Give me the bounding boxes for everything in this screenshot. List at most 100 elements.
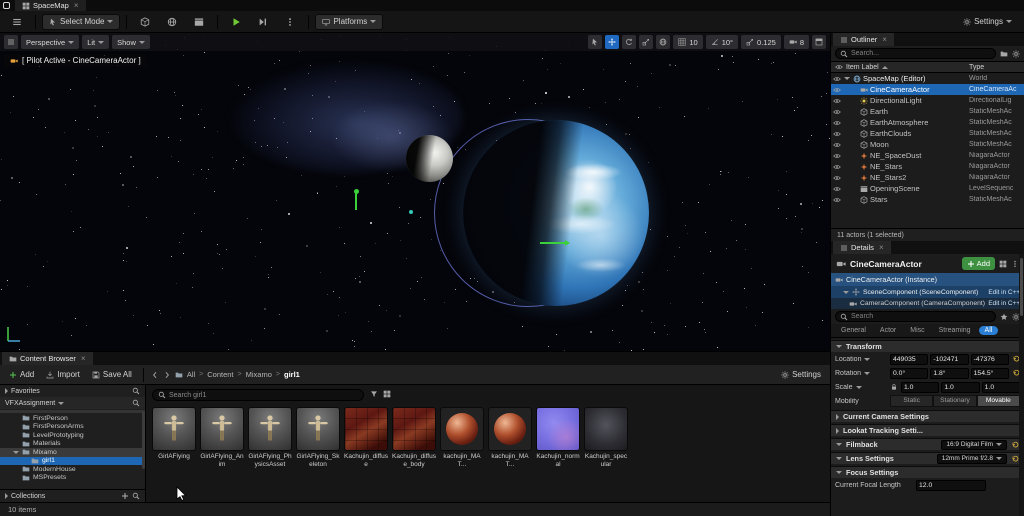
asset-tile[interactable]: GirlAFlying_PhysicsAsset bbox=[248, 407, 292, 468]
mobility-stationary[interactable]: Stationary bbox=[933, 395, 976, 408]
favorites-search-icon[interactable] bbox=[132, 387, 140, 395]
viewport-options-icon[interactable] bbox=[4, 35, 18, 49]
visibility-icon[interactable] bbox=[833, 75, 841, 83]
section-lens-settings[interactable]: Lens Settings 12mm Prime f/2.8 bbox=[831, 452, 1024, 464]
visibility-icon[interactable] bbox=[833, 86, 841, 94]
grid-snap-toggle[interactable]: 10 bbox=[673, 35, 702, 49]
vector-field[interactable]: 1.8° bbox=[930, 368, 968, 379]
outliner-settings-icon[interactable] bbox=[1012, 50, 1020, 58]
visibility-icon[interactable] bbox=[833, 174, 841, 182]
section-filmback[interactable]: Filmback 16:9 Digital Film bbox=[831, 438, 1024, 450]
tab-details[interactable]: Details × bbox=[833, 241, 891, 254]
add-collection-icon[interactable] bbox=[121, 492, 129, 500]
outliner-row[interactable]: EarthAtmosphereStaticMeshAc bbox=[831, 117, 1024, 128]
camera-speed-button[interactable]: 8 bbox=[784, 35, 809, 49]
play-button[interactable] bbox=[224, 14, 248, 30]
add-component-button[interactable]: Add bbox=[962, 257, 995, 270]
details-filter-tab-misc[interactable]: Misc bbox=[904, 326, 930, 335]
sidebar-scrollbar[interactable] bbox=[142, 411, 145, 469]
lens-dropdown[interactable]: 12mm Prime f/2.8 bbox=[937, 454, 1007, 464]
vector-field[interactable]: 1.0 bbox=[982, 382, 1020, 393]
rotate-tool-icon[interactable] bbox=[622, 35, 636, 49]
visibility-icon[interactable] bbox=[833, 185, 841, 193]
folder-tree-item[interactable]: FirstPerson bbox=[0, 414, 145, 423]
close-tab-icon[interactable]: × bbox=[81, 355, 86, 363]
visibility-icon[interactable] bbox=[833, 97, 841, 105]
visibility-icon[interactable] bbox=[833, 108, 841, 116]
asset-search-input[interactable]: Search girl1 bbox=[152, 389, 364, 401]
translate-gizmo-arrow[interactable] bbox=[540, 242, 565, 244]
visibility-icon[interactable] bbox=[833, 141, 841, 149]
outliner-search-input[interactable]: Search... bbox=[835, 48, 996, 59]
settings-dropdown[interactable]: Settings bbox=[956, 14, 1019, 30]
cinematics-icon[interactable] bbox=[187, 14, 211, 30]
skip-button[interactable] bbox=[251, 14, 275, 30]
scale-tool-icon[interactable] bbox=[639, 35, 653, 49]
close-tab-icon[interactable]: × bbox=[74, 2, 79, 10]
edit-in-cpp-link[interactable]: Edit in C++ bbox=[988, 300, 1020, 307]
visibility-icon[interactable] bbox=[833, 152, 841, 160]
vector-field[interactable]: -102471 bbox=[930, 354, 968, 365]
breadcrumb-item[interactable]: girl1 bbox=[284, 370, 300, 379]
location-label[interactable]: Location bbox=[835, 356, 887, 363]
close-tab-icon[interactable]: × bbox=[882, 36, 887, 44]
outliner-row[interactable]: MoonStaticMeshAc bbox=[831, 139, 1024, 150]
folder-tree-item[interactable]: LevelPrototyping bbox=[0, 431, 145, 440]
visibility-icon[interactable] bbox=[833, 163, 841, 171]
scale-label[interactable]: Scale bbox=[835, 384, 887, 391]
level-tab[interactable]: SpaceMap × bbox=[15, 0, 86, 11]
rotation-label[interactable]: Rotation bbox=[835, 370, 887, 377]
revert-lens-icon[interactable] bbox=[1011, 455, 1019, 463]
asset-tile[interactable]: kachujin_MAT... bbox=[440, 407, 484, 468]
scale-lock-icon[interactable] bbox=[890, 383, 898, 391]
asset-tile[interactable]: GirlAFlying_Skeleton bbox=[296, 407, 340, 468]
collections-search-icon[interactable] bbox=[132, 492, 140, 500]
folder-tree-item[interactable]: MSPresets bbox=[0, 474, 145, 483]
outliner-row[interactable]: DirectionalLightDirectionalLig bbox=[831, 95, 1024, 106]
earth[interactable] bbox=[463, 120, 649, 306]
outliner-row[interactable]: OpeningSceneLevelSequenc bbox=[831, 183, 1024, 194]
mobility-static[interactable]: Static bbox=[890, 395, 933, 408]
revert-filmback-icon[interactable] bbox=[1011, 441, 1019, 449]
details-menu-icon[interactable] bbox=[1011, 260, 1019, 268]
visibility-icon[interactable] bbox=[833, 130, 841, 138]
add-button[interactable]: Add bbox=[5, 367, 38, 382]
asset-tile[interactable]: Kachujin_diffuse bbox=[344, 407, 388, 468]
folder-tree-item[interactable]: FirstPersonArms bbox=[0, 423, 145, 432]
section-transform[interactable]: Transform bbox=[831, 340, 1024, 352]
outliner-row[interactable]: NE_SpaceDustNiagaraActor bbox=[831, 150, 1024, 161]
folder-tree-item[interactable]: Materials bbox=[0, 440, 145, 449]
asset-tile[interactable]: kachujin_MAT... bbox=[488, 407, 532, 468]
asset-tile[interactable]: Kachujin_specular bbox=[584, 407, 628, 468]
gizmo-marker[interactable] bbox=[355, 193, 357, 210]
focal-length-field[interactable]: 12.0 bbox=[916, 480, 986, 491]
favorites-section[interactable]: Favorites bbox=[0, 385, 145, 397]
show-dropdown[interactable]: Show bbox=[112, 35, 150, 49]
save-all-button[interactable]: Save All bbox=[88, 367, 136, 382]
section-camera-settings[interactable]: Current Camera Settings bbox=[831, 410, 1024, 422]
close-tab-icon[interactable]: × bbox=[879, 244, 884, 252]
visibility-icon[interactable] bbox=[833, 119, 841, 127]
outliner-row[interactable]: CineCameraActorCineCameraAc bbox=[831, 84, 1024, 95]
scale-snap-toggle[interactable]: 0.125 bbox=[741, 35, 781, 49]
favorites-filter-icon[interactable] bbox=[1000, 313, 1008, 321]
filter-icon[interactable] bbox=[370, 390, 378, 398]
create-folder-icon[interactable] bbox=[1000, 50, 1008, 58]
asset-tile[interactable]: GirlAFlying bbox=[152, 407, 196, 468]
vector-field[interactable]: 449035 bbox=[890, 354, 928, 365]
details-scrollbar[interactable] bbox=[1019, 254, 1024, 516]
folder-tree-item[interactable]: ModernHouse bbox=[0, 465, 145, 474]
world-space-icon[interactable] bbox=[656, 35, 670, 49]
forward-icon[interactable] bbox=[163, 371, 171, 379]
rotation-snap-toggle[interactable]: 10° bbox=[706, 35, 738, 49]
view-options-icon[interactable] bbox=[383, 390, 391, 398]
component-row-camera[interactable]: CameraComponent (CameraComponent) Edit i… bbox=[831, 298, 1024, 309]
vector-field[interactable]: 154.5° bbox=[971, 368, 1009, 379]
mobility-movable[interactable]: Movable bbox=[977, 395, 1020, 408]
component-row-instance[interactable]: CineCameraActor (Instance) bbox=[831, 273, 1024, 286]
outliner-column-header[interactable]: Item Label Type bbox=[831, 61, 1024, 73]
details-filter-tab-actor[interactable]: Actor bbox=[874, 326, 902, 335]
outliner-row[interactable]: EarthStaticMeshAc bbox=[831, 106, 1024, 117]
asset-tile[interactable]: Kachujin_diffuse_body bbox=[392, 407, 436, 468]
tab-outliner[interactable]: Outliner × bbox=[833, 33, 894, 46]
